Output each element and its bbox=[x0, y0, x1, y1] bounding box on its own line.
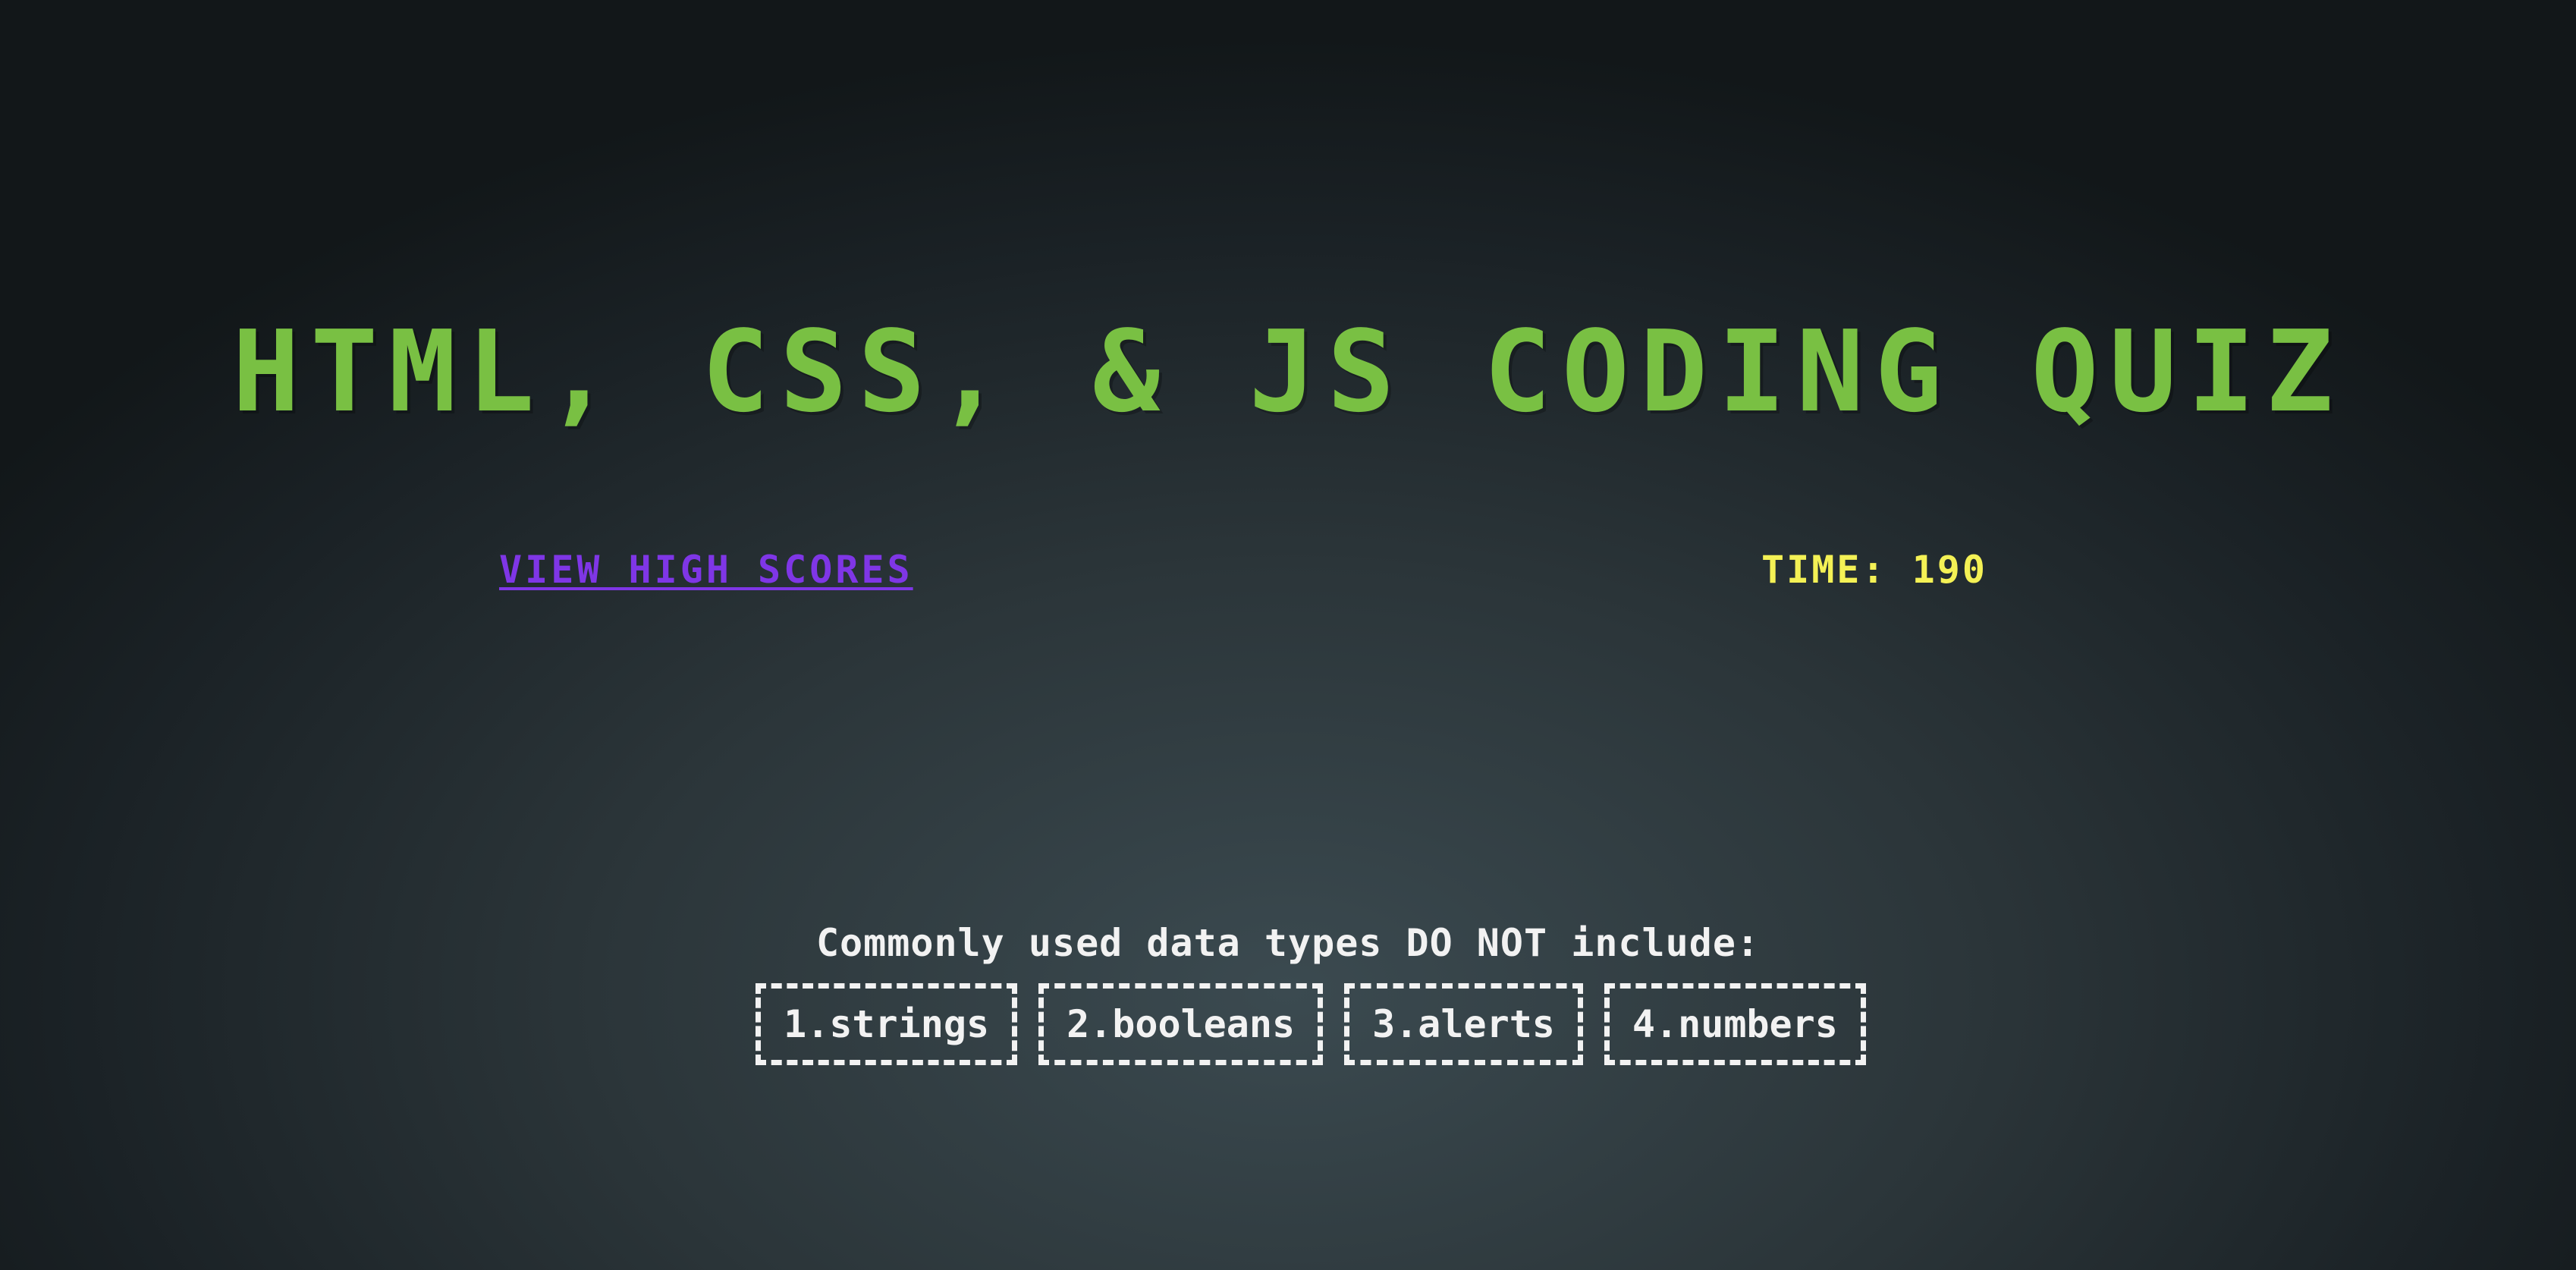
timer-label: TIME: bbox=[1761, 548, 1887, 592]
answer-button-3[interactable]: 3.alerts bbox=[1344, 983, 1583, 1065]
answer-list: 1.strings 2.booleans 3.alerts 4.numbers bbox=[0, 983, 2576, 1065]
answer-button-2[interactable]: 2.booleans bbox=[1038, 983, 1324, 1065]
question-text: Commonly used data types DO NOT include: bbox=[815, 921, 1761, 965]
answer-button-1[interactable]: 1.strings bbox=[756, 983, 1018, 1065]
page-title: HTML, CSS, & JS CODING QUIZ bbox=[232, 306, 2344, 437]
timer-value: 190 bbox=[1912, 548, 1987, 592]
timer: TIME: 190 bbox=[1761, 543, 1987, 596]
view-high-scores-link[interactable]: VIEW HIGH SCORES bbox=[499, 543, 913, 596]
answer-button-4[interactable]: 4.numbers bbox=[1604, 983, 1866, 1065]
